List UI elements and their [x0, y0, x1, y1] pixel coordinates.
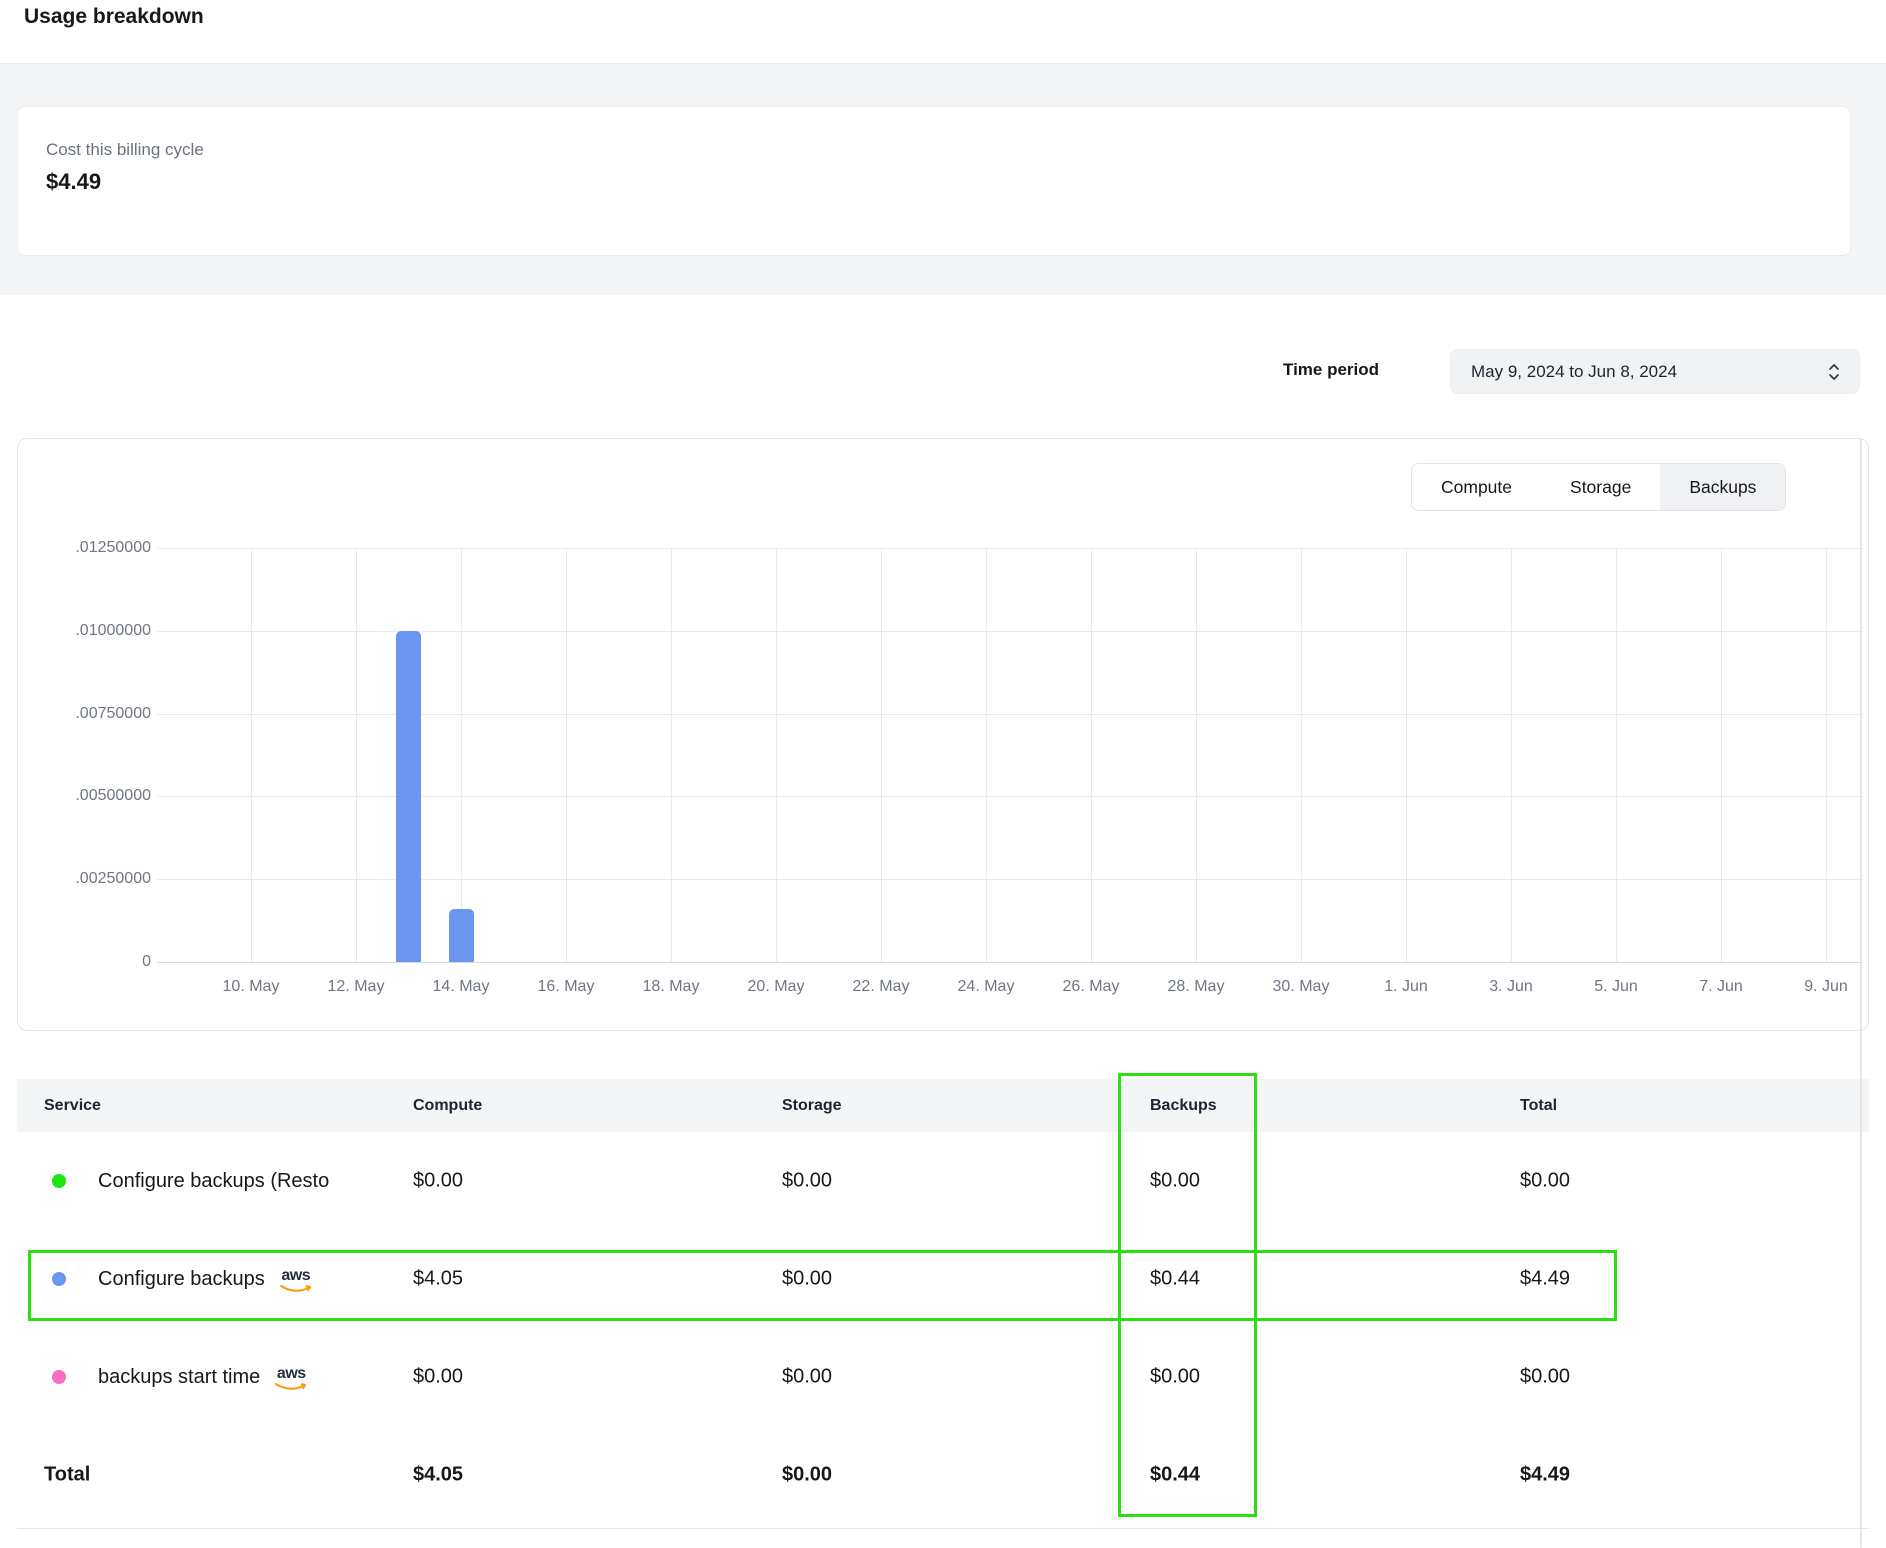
x-axis-tick-label: 26. May — [1031, 978, 1151, 996]
chart-metric-tabs: ComputeStorageBackups — [1411, 463, 1786, 511]
x-gridline — [1301, 548, 1302, 962]
cell-compute: $4.05 — [413, 1268, 463, 1291]
x-axis-tick-label: 12. May — [296, 978, 416, 996]
x-axis-tick-label: 20. May — [716, 978, 836, 996]
chevron-up-down-icon — [1827, 361, 1841, 383]
service-name: backups start time — [98, 1366, 260, 1389]
x-axis-tick-label: 22. May — [821, 978, 941, 996]
y-axis-tick-label: .01250000 — [11, 539, 151, 557]
cell-total: $0.00 — [1520, 1170, 1570, 1193]
x-axis-tick-label: 10. May — [191, 978, 311, 996]
x-gridline — [1196, 548, 1197, 962]
cost-card-amount: $4.49 — [46, 169, 101, 195]
x-axis-tick-label: 24. May — [926, 978, 1046, 996]
x-gridline — [881, 548, 882, 962]
x-gridline — [1511, 548, 1512, 962]
series-color-dot — [52, 1174, 66, 1188]
y-gridline — [157, 962, 1863, 963]
tab-storage[interactable]: Storage — [1541, 464, 1660, 510]
y-axis-tick-label: .00250000 — [11, 870, 151, 888]
cell-total: $0.00 — [1520, 1366, 1570, 1389]
cell-total: $4.49 — [1520, 1268, 1570, 1291]
tab-backups[interactable]: Backups — [1660, 464, 1785, 510]
x-axis-tick-label: 1. Jun — [1346, 978, 1466, 996]
service-name: Configure backups — [98, 1268, 265, 1291]
y-axis-tick-label: .01000000 — [11, 622, 151, 640]
y-gridline — [157, 548, 1863, 549]
usage-chart-card: ComputeStorageBackups 0.00250000.0050000… — [17, 438, 1869, 1031]
total-cell-compute: $4.05 — [413, 1464, 463, 1487]
x-gridline — [1406, 548, 1407, 962]
cell-backups: $0.00 — [1150, 1170, 1200, 1193]
table-row: Configure backups (Resto $0.00 $0.00 $0.00 $… — [17, 1132, 1869, 1230]
total-cell-total: $4.49 — [1520, 1464, 1570, 1487]
x-gridline — [776, 548, 777, 962]
usage-table-header: Service Compute Storage Backups Total — [17, 1079, 1869, 1132]
total-row-label: Total — [44, 1464, 90, 1487]
x-gridline — [1826, 548, 1827, 962]
x-gridline — [461, 548, 462, 962]
series-color-dot — [52, 1370, 66, 1384]
cost-card-label: Cost this billing cycle — [46, 140, 204, 160]
x-axis-tick-label: 14. May — [401, 978, 521, 996]
billing-summary-band: Cost this billing cycle $4.49 — [0, 63, 1886, 295]
cell-storage: $0.00 — [782, 1366, 832, 1389]
x-axis-tick-label: 28. May — [1136, 978, 1256, 996]
column-header-backups: Backups — [1150, 1097, 1217, 1115]
column-header-storage: Storage — [782, 1097, 842, 1115]
x-axis-tick-label: 5. Jun — [1556, 978, 1676, 996]
x-gridline — [356, 548, 357, 962]
bar-chart-plot: 0.00250000.00500000.00750000.01000000.01… — [171, 548, 1863, 962]
column-header-total: Total — [1520, 1097, 1557, 1115]
x-axis-tick-label: 7. Jun — [1661, 978, 1781, 996]
page-title: Usage breakdown — [24, 5, 204, 29]
x-axis-tick-label: 16. May — [506, 978, 626, 996]
x-gridline — [1616, 548, 1617, 962]
table-row: backups start time aws $0.00 $0.00 $0.00 $0.0… — [17, 1328, 1869, 1426]
cell-backups: $0.00 — [1150, 1366, 1200, 1389]
total-cell-storage: $0.00 — [782, 1464, 832, 1487]
cell-storage: $0.00 — [782, 1170, 832, 1193]
x-gridline — [1721, 548, 1722, 962]
bar-14-May — [449, 909, 474, 962]
x-gridline — [251, 548, 252, 962]
total-cell-backups: $0.44 — [1150, 1464, 1200, 1487]
table-total-row: Total $4.05 $0.00 $0.44 $4.49 — [17, 1426, 1869, 1524]
time-period-select[interactable]: May 9, 2024 to Jun 8, 2024 — [1450, 349, 1860, 394]
bar-13-May — [396, 631, 421, 962]
cell-backups: $0.44 — [1150, 1268, 1200, 1291]
x-gridline — [671, 548, 672, 962]
x-gridline — [566, 548, 567, 962]
time-period-value: May 9, 2024 to Jun 8, 2024 — [1471, 362, 1827, 382]
x-axis-tick-label: 30. May — [1241, 978, 1361, 996]
cell-compute: $0.00 — [413, 1366, 463, 1389]
series-color-dot — [52, 1272, 66, 1286]
service-cell: backups start time aws — [98, 1328, 308, 1426]
service-cell: Configure backups aws — [98, 1230, 313, 1328]
y-axis-tick-label: .00750000 — [11, 705, 151, 723]
cost-card: Cost this billing cycle $4.49 — [17, 106, 1851, 256]
y-axis-tick-label: .00500000 — [11, 787, 151, 805]
y-axis-tick-label: 0 — [11, 953, 151, 971]
column-header-compute: Compute — [413, 1097, 482, 1115]
cell-compute: $0.00 — [413, 1170, 463, 1193]
column-header-service: Service — [44, 1097, 101, 1115]
table-bottom-border — [17, 1528, 1869, 1529]
service-name: Configure backups (Resto — [98, 1170, 329, 1193]
time-period-label: Time period — [1283, 360, 1379, 380]
x-axis-tick-label: 18. May — [611, 978, 731, 996]
service-cell: Configure backups (Resto — [98, 1132, 329, 1230]
scrollbar[interactable] — [1860, 438, 1862, 1548]
x-gridline — [1091, 548, 1092, 962]
aws-icon: aws — [274, 1366, 308, 1392]
x-axis-tick-label: 3. Jun — [1451, 978, 1571, 996]
tab-compute[interactable]: Compute — [1412, 464, 1541, 510]
cell-storage: $0.00 — [782, 1268, 832, 1291]
aws-icon: aws — [279, 1268, 313, 1294]
table-row: Configure backups aws $4.05 $0.00 $0.44 $4.49 — [17, 1230, 1869, 1328]
x-gridline — [986, 548, 987, 962]
x-axis-tick-label: 9. Jun — [1766, 978, 1886, 996]
